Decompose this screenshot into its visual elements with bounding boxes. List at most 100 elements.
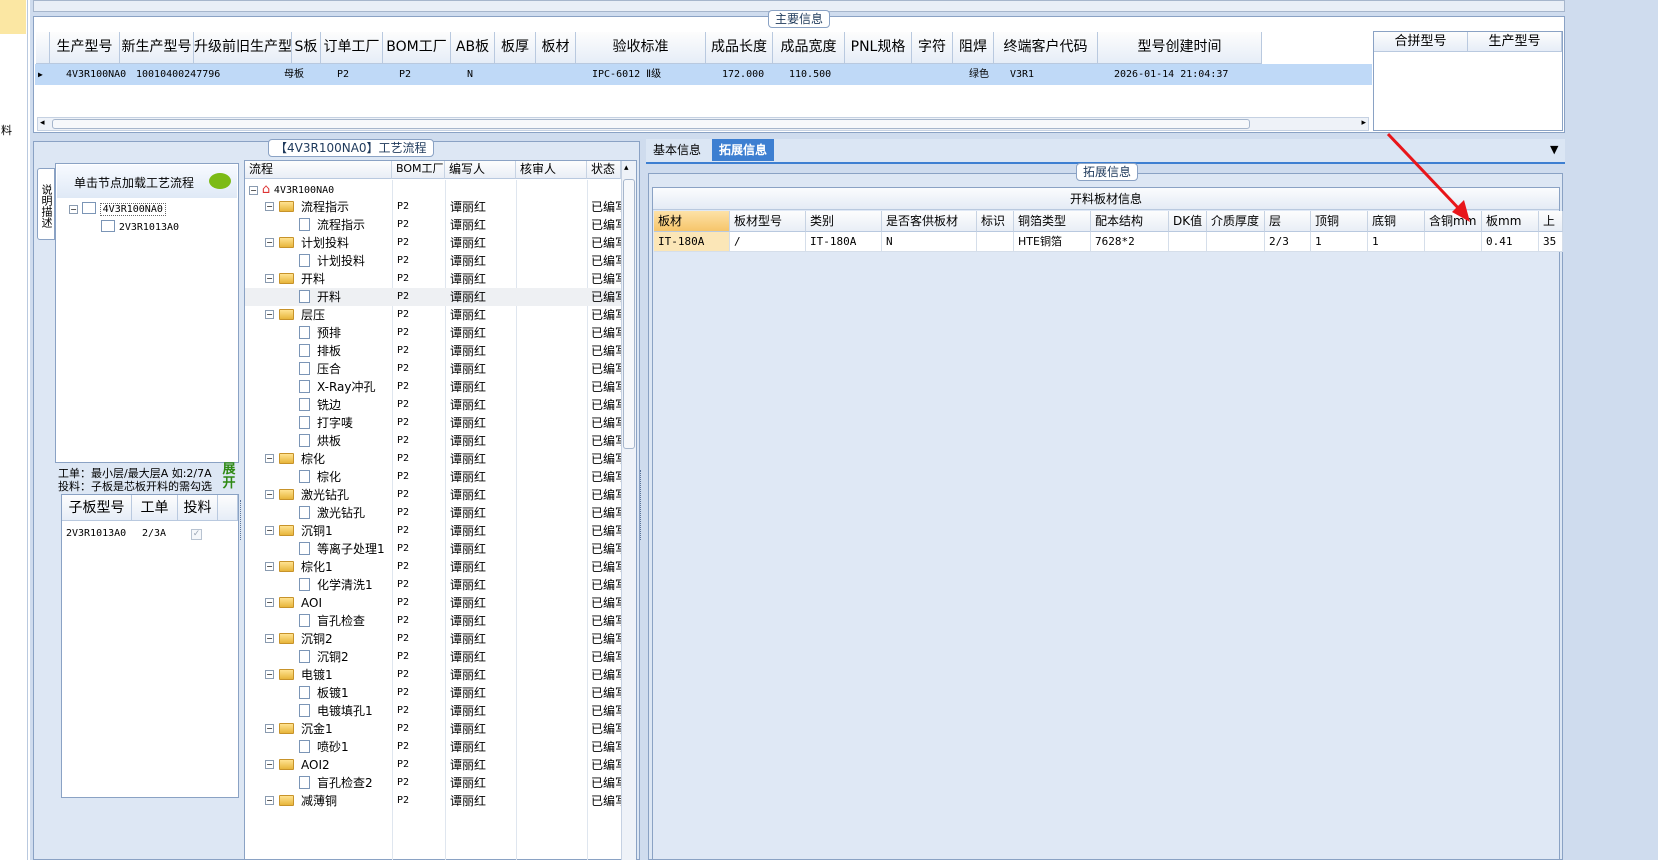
sub-cell[interactable]: 2V3R1013A0 [66, 524, 126, 544]
main-col-header[interactable]: 升级前旧生产型号 [194, 32, 292, 64]
sub-col-header[interactable]: 子板型号 [62, 495, 132, 521]
sub-col-header[interactable]: 工单 [132, 495, 178, 521]
flow-row[interactable]: X-Ray冲孔 P2 谭丽红 已编写 [245, 378, 621, 396]
flow-row[interactable]: 棕化 P2 谭丽红 已编写 [245, 468, 621, 486]
flow-row[interactable]: − 层压 P2 谭丽红 已编写 [245, 306, 621, 324]
main-col-header[interactable]: BOM工厂 [383, 32, 451, 64]
material-cell[interactable] [1207, 232, 1265, 252]
main-grid-hscrollbar[interactable]: ◂ ▸ [37, 117, 1369, 131]
main-cell[interactable]: 110.500 [789, 65, 881, 85]
flow-row[interactable]: 激光钻孔 P2 谭丽红 已编写 [245, 504, 621, 522]
material-cell[interactable] [1169, 232, 1207, 252]
main-col-header[interactable]: S板 [292, 32, 321, 64]
flow-row[interactable]: 等离子处理1 P2 谭丽红 已编写 [245, 540, 621, 558]
material-col-header[interactable]: 层 [1265, 211, 1311, 232]
collapse-icon[interactable]: − [265, 598, 274, 607]
scroll-right-icon[interactable]: ▸ [1361, 118, 1366, 128]
flow-row[interactable]: 排板 P2 谭丽红 已编写 [245, 342, 621, 360]
flow-row[interactable]: − 流程指示 P2 谭丽红 已编写 [245, 198, 621, 216]
main-col-header[interactable]: 型号创建时间 [1098, 32, 1262, 64]
collapse-icon[interactable]: − [265, 526, 274, 535]
flow-col-header[interactable]: BOM工厂 [392, 161, 445, 179]
flow-row[interactable]: 电镀填孔1 P2 谭丽红 已编写 [245, 702, 621, 720]
expand-button[interactable]: 展开 [219, 463, 239, 493]
flow-vscrollbar[interactable]: ▴ [621, 161, 636, 860]
collapse-icon[interactable]: − [265, 490, 274, 499]
main-col-header[interactable]: 成品宽度 [773, 32, 845, 64]
material-cell[interactable]: 7628*2 [1091, 232, 1169, 252]
flow-row[interactable]: − 减薄铜 P2 谭丽红 已编写 [245, 792, 621, 810]
flow-col-header[interactable]: 流程 [245, 161, 392, 179]
material-col-header[interactable]: 介质厚度 [1207, 211, 1265, 232]
scrollbar-thumb[interactable] [623, 179, 635, 449]
flow-col-header[interactable]: 核审人 [516, 161, 587, 179]
material-cell[interactable]: 0.41 [1482, 232, 1539, 252]
main-cell[interactable]: 10010400247796 [136, 65, 230, 85]
tab-basic-info[interactable]: 基本信息 [646, 139, 708, 161]
main-cell[interactable]: IPC-6012 Ⅱ级 [592, 65, 742, 85]
flow-row[interactable]: 烘板 P2 谭丽红 已编写 [245, 432, 621, 450]
main-col-header[interactable]: PNL规格 [845, 32, 912, 64]
material-cell[interactable] [1425, 232, 1482, 252]
scroll-left-icon[interactable]: ◂ [40, 118, 45, 128]
collapse-icon[interactable]: − [265, 634, 274, 643]
sub-col-header[interactable]: 投料 [178, 495, 218, 521]
flow-row[interactable]: 板镀1 P2 谭丽红 已编写 [245, 684, 621, 702]
material-col-header[interactable]: 类别 [806, 211, 882, 232]
sub-cell[interactable]: 2/3A [142, 524, 166, 544]
flow-row[interactable]: − 计划投料 P2 谭丽红 已编写 [245, 234, 621, 252]
collapse-icon[interactable]: − [265, 454, 274, 463]
scroll-up-icon[interactable]: ▴ [624, 163, 629, 173]
flow-row[interactable]: 喷砂1 P2 谭丽红 已编写 [245, 738, 621, 756]
material-cell[interactable]: IT-180A [654, 232, 730, 252]
material-col-header[interactable]: 板mm [1482, 211, 1539, 232]
material-col-header[interactable]: 是否客供板材 [882, 211, 977, 232]
flow-row[interactable]: 压合 P2 谭丽红 已编写 [245, 360, 621, 378]
material-col-header[interactable]: 顶铜 [1311, 211, 1368, 232]
material-col-header[interactable]: 配本结构 [1091, 211, 1169, 232]
main-col-header[interactable]: 板材 [536, 32, 576, 64]
collapse-icon[interactable]: − [69, 205, 78, 214]
tab-ext-info[interactable]: 拓展信息 [712, 139, 775, 161]
main-col-header[interactable]: AB板 [451, 32, 495, 64]
material-col-header[interactable]: DK值 [1169, 211, 1207, 232]
flow-row[interactable]: − AOI P2 谭丽红 已编写 [245, 594, 621, 612]
main-col-header[interactable]: 生产型号 [50, 32, 120, 64]
flow-row[interactable]: − 沉金1 P2 谭丽红 已编写 [245, 720, 621, 738]
merge-col-header[interactable]: 合拼型号 [1374, 32, 1468, 52]
collapse-icon[interactable]: − [265, 202, 274, 211]
flow-row[interactable]: − AOI2 P2 谭丽红 已编写 [245, 756, 621, 774]
collapse-icon[interactable]: − [265, 238, 274, 247]
flow-row[interactable]: − 激光钻孔 P2 谭丽红 已编写 [245, 486, 621, 504]
material-col-header[interactable]: 铜箔类型 [1014, 211, 1091, 232]
material-cell[interactable]: 35 [1539, 232, 1563, 252]
main-col-header[interactable]: 板厚 [495, 32, 536, 64]
material-cell[interactable]: / [730, 232, 806, 252]
flow-row[interactable]: 开料 P2 谭丽红 已编写 [245, 288, 621, 306]
flow-row[interactable]: 计划投料 P2 谭丽红 已编写 [245, 252, 621, 270]
collapse-icon[interactable]: − [265, 310, 274, 319]
main-col-header[interactable]: 订单工厂 [321, 32, 383, 64]
chevron-down-icon[interactable]: ▼ [1550, 143, 1558, 156]
material-col-header[interactable]: 标识 [977, 211, 1014, 232]
main-col-header[interactable]: 新生产型号 [120, 32, 194, 64]
material-cell[interactable]: HTE铜箔 [1014, 232, 1091, 252]
collapse-icon[interactable]: − [265, 724, 274, 733]
material-cell[interactable]: 1 [1368, 232, 1425, 252]
main-col-header[interactable]: 验收标准 [576, 32, 706, 64]
flow-row[interactable]: − 开料 P2 谭丽红 已编写 [245, 270, 621, 288]
collapse-icon[interactable]: − [265, 274, 274, 283]
collapse-icon[interactable]: − [265, 796, 274, 805]
flow-row[interactable]: − 棕化1 P2 谭丽红 已编写 [245, 558, 621, 576]
main-col-header[interactable]: 阻焊 [953, 32, 994, 64]
tree-node[interactable]: − 4V3R100NA0 [69, 199, 166, 217]
material-col-header[interactable]: 板材 [654, 211, 730, 232]
flow-row[interactable]: − 沉铜1 P2 谭丽红 已编写 [245, 522, 621, 540]
main-col-header[interactable]: 终端客户代码 [994, 32, 1098, 64]
material-col-header[interactable]: 上 [1539, 211, 1563, 232]
merge-col-header[interactable]: 生产型号 [1468, 32, 1562, 52]
flow-row[interactable]: 盲孔检查 P2 谭丽红 已编写 [245, 612, 621, 630]
material-col-header[interactable]: 板材型号 [730, 211, 806, 232]
vertical-splitter[interactable] [640, 470, 646, 540]
collapse-icon[interactable]: − [265, 670, 274, 679]
